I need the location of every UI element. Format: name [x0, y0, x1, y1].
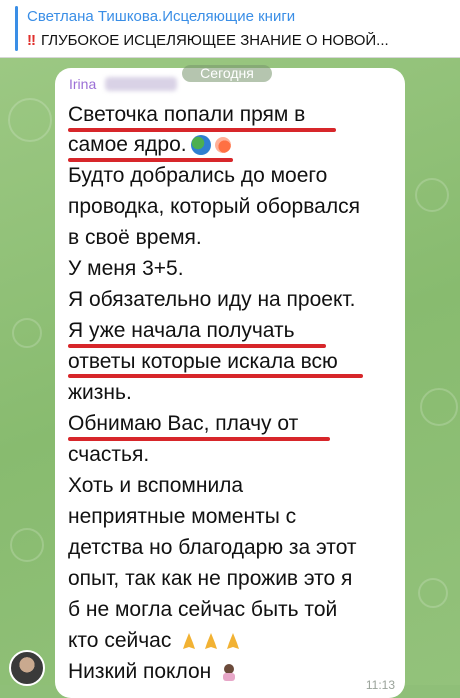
highlight-underline — [68, 344, 326, 348]
doodle-shape — [8, 98, 52, 142]
doodle-shape — [418, 578, 448, 608]
praying-hands-emoji — [227, 633, 240, 650]
message-line: кто сейчас — [68, 628, 243, 654]
message-line: Я уже начала получать — [68, 319, 295, 342]
message-line: У меня 3+5. — [68, 257, 184, 280]
pinned-chat-title: Светлана Тишкова.Исцеляющие книги — [27, 8, 296, 25]
praying-hands-emoji — [183, 633, 196, 650]
message-line: проводка, который оборвался — [68, 195, 360, 218]
message-line: в своё время. — [68, 226, 202, 249]
bowing-person-emoji — [223, 664, 236, 682]
highlight-underline — [68, 374, 363, 378]
message-line: неприятные моменты с — [68, 505, 297, 528]
comet-emoji — [214, 137, 231, 154]
doodle-shape — [415, 178, 449, 212]
message-line: опыт, так как не прожив это я — [68, 567, 353, 590]
message-line: Будто добрались до моего — [68, 164, 328, 187]
highlight-underline — [68, 158, 233, 162]
doodle-shape — [10, 528, 44, 562]
pinned-message-body: ГЛУБОКОЕ ИСЦЕЛЯЮЩЕЕ ЗНАНИЕ О НОВОЙ... — [41, 32, 389, 49]
message-line: Я обязательно иду на проект. — [68, 288, 356, 311]
message-line: Светочка попали прям в — [68, 103, 306, 126]
avatar[interactable] — [9, 650, 45, 686]
message-line: Обнимаю Вас, плачу от — [68, 412, 299, 435]
pinned-indicator — [15, 6, 18, 51]
message-line: ответы которые искала всю — [68, 350, 338, 373]
message-bubble[interactable]: Irina Светочка попали прям в самое ядро.… — [55, 68, 405, 698]
praying-hands-emoji — [205, 633, 218, 650]
sender-name-redacted — [105, 77, 177, 91]
message-line: Низкий поклон — [68, 659, 239, 685]
doodle-shape — [420, 388, 458, 426]
pinned-message-text: !! ГЛУБОКОЕ ИСЦЕЛЯЮЩЕЕ ЗНАНИЕ О НОВОЙ... — [27, 32, 452, 49]
message-time: 11:13 — [365, 678, 395, 692]
exclamation-icon: !! — [27, 32, 36, 49]
highlight-underline — [68, 437, 330, 441]
message-line: счастья. — [68, 443, 150, 466]
message-line: жизнь. — [68, 381, 132, 404]
message-line: б не могла сейчас быть той — [68, 598, 338, 621]
message-line: Хоть и вспомнила — [68, 474, 244, 497]
pinned-message-bar[interactable]: Светлана Тишкова.Исцеляющие книги !! ГЛУБ… — [0, 0, 460, 58]
doodle-shape — [12, 318, 42, 348]
date-chip: Сегодня — [182, 65, 272, 82]
message-line: самое ядро. — [68, 132, 231, 158]
globe-emoji — [190, 135, 211, 156]
message-line: детства но благодарю за этот — [68, 536, 357, 559]
sender-name[interactable]: Irina — [69, 76, 96, 92]
